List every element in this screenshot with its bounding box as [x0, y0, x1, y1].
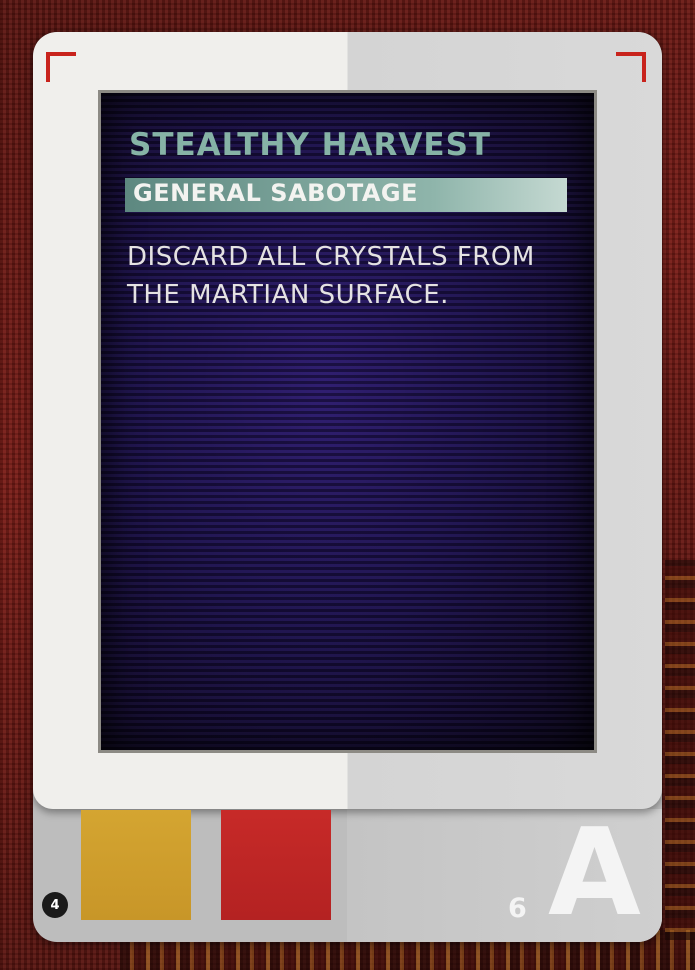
background-stripes-right — [665, 560, 695, 940]
planet-icon: 4 — [42, 892, 68, 918]
corner-mark-right — [616, 52, 646, 82]
badge-number: 4 — [50, 897, 60, 913]
red-color-swatch — [221, 810, 331, 920]
corner-mark-left — [46, 52, 76, 82]
card-screen: STEALTHY HARVEST GENERAL SABOTAGE DISCAR… — [98, 90, 597, 753]
card-face: STEALTHY HARVEST GENERAL SABOTAGE DISCAR… — [33, 32, 662, 809]
card-title: STEALTHY HARVEST — [129, 127, 492, 163]
yellow-color-swatch — [81, 810, 191, 920]
card-subtitle: GENERAL SABOTAGE — [133, 179, 419, 207]
card-number: 6 — [508, 893, 527, 924]
card[interactable]: STEALTHY HARVEST GENERAL SABOTAGE DISCAR… — [33, 32, 662, 942]
card-body-text: DISCARD ALL CRYSTALS FROM THE MARTIAN SU… — [127, 242, 535, 310]
card-letter: A — [548, 804, 641, 942]
subtitle-bar: GENERAL SABOTAGE — [125, 178, 567, 212]
